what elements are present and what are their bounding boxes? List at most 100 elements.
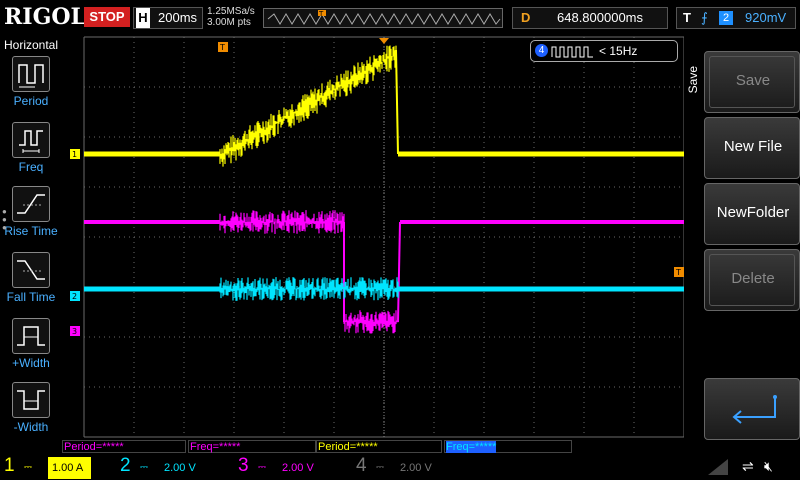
pulse-train-icon bbox=[551, 46, 593, 58]
trace-noise bbox=[219, 45, 397, 167]
run-stop-indicator[interactable]: STOP bbox=[84, 7, 130, 27]
measure-item-label: +Width bbox=[12, 356, 50, 370]
delay-display[interactable]: D 648.800000ms bbox=[512, 7, 668, 29]
save-menu-title: Save bbox=[686, 66, 700, 94]
channel-1-status[interactable]: 1 ⎓ 1.00 A bbox=[0, 455, 108, 479]
waveform-display[interactable]: 1 2 3 T T 4 < 15Hz bbox=[62, 36, 685, 438]
measurement-result[interactable]: Period=***** bbox=[316, 440, 442, 453]
positive-width-icon bbox=[12, 318, 50, 354]
timebase-label: H bbox=[136, 8, 150, 28]
ch3-edge bbox=[397, 221, 401, 323]
measure-item-label: Period bbox=[13, 94, 49, 108]
trigger-time-marker-label: T bbox=[219, 43, 225, 52]
delete-button[interactable]: Delete bbox=[704, 249, 800, 311]
channel-number: 4 bbox=[356, 455, 367, 476]
counter-value: < 15Hz bbox=[599, 44, 638, 58]
rise-time-icon bbox=[12, 186, 50, 222]
measurement-result[interactable]: Freq=***** bbox=[444, 440, 572, 453]
ch2-marker-label: 2 bbox=[72, 292, 77, 301]
new-file-button-label: New File bbox=[723, 138, 783, 155]
period-icon bbox=[12, 56, 50, 92]
enter-button[interactable] bbox=[704, 378, 800, 440]
new-folder-button-label: NewFolder bbox=[716, 204, 790, 221]
ch3-marker-label: 3 bbox=[72, 327, 77, 336]
channel-3-status[interactable]: 3 ⎓ 2.00 V bbox=[234, 455, 346, 479]
timebase-value: 200ms bbox=[158, 10, 198, 25]
save-menu: Save Save New File NewFolder Delete bbox=[686, 36, 800, 440]
measure-item-label: -Width bbox=[13, 420, 49, 434]
status-bar: RIGOL STOP H 200ms 1.25MSa/s 3.00M pts T… bbox=[0, 0, 800, 36]
measurement-text: Period=***** bbox=[64, 441, 124, 453]
save-button-label: Save bbox=[735, 72, 771, 89]
menu-page-indicator: ● ● ● bbox=[2, 207, 7, 232]
measurement-results: Period=***** Freq=***** Period=***** Fre… bbox=[62, 440, 682, 454]
measure-item-label: Fall Time bbox=[6, 290, 56, 304]
usb-icon: ⇌ bbox=[742, 458, 754, 474]
speaker-muted-icon[interactable]: 🔇︎ bbox=[764, 458, 773, 475]
coupling-icon: ⎓ bbox=[376, 462, 384, 473]
memory-overview-strip[interactable]: T bbox=[263, 8, 503, 28]
channel-scale: 2.00 V bbox=[400, 462, 432, 474]
measurement-text: Freq=***** bbox=[190, 441, 241, 453]
coupling-icon: ⎓ bbox=[258, 462, 266, 473]
delete-button-label: Delete bbox=[731, 270, 775, 287]
coupling-icon: ⎓ bbox=[140, 462, 148, 473]
new-file-button[interactable]: New File bbox=[704, 117, 800, 179]
waveform-canvas: 1 2 3 T T bbox=[70, 36, 685, 438]
memory-overview-waveform: T bbox=[267, 10, 501, 25]
measure-item-negative-width[interactable]: -Width bbox=[0, 382, 62, 444]
coupling-icon: ⎓ bbox=[24, 462, 32, 473]
channel-scale: 1.00 A bbox=[48, 457, 92, 479]
channel-2-status[interactable]: 2 ⎓ 2.00 V bbox=[116, 455, 228, 479]
acquisition-info: 1.25MSa/s 3.00M pts bbox=[207, 6, 255, 28]
enter-return-icon bbox=[732, 395, 777, 424]
measure-item-freq[interactable]: Freq bbox=[0, 122, 62, 184]
measure-item-label: Rise Time bbox=[4, 224, 58, 238]
trace-noise bbox=[343, 310, 399, 334]
memory-depth: 3.00M pts bbox=[207, 17, 251, 28]
menu-arrow-icon bbox=[706, 457, 730, 477]
ch1-edge bbox=[395, 49, 399, 155]
measurement-text: Freq=***** bbox=[446, 441, 497, 453]
timebase-display[interactable]: H 200ms bbox=[133, 7, 203, 29]
channel-4-status[interactable]: 4 ⎓ 2.00 V bbox=[352, 455, 464, 479]
measure-menu: Horizontal Period Freq Rise Time ● ● ● Fal… bbox=[0, 36, 62, 440]
memory-trigger-marker-label: T bbox=[318, 10, 324, 18]
measurement-result[interactable]: Freq=***** bbox=[188, 440, 316, 453]
counter-channel-badge: 4 bbox=[535, 44, 548, 57]
measure-item-positive-width[interactable]: +Width bbox=[0, 318, 62, 380]
channel-bar: 1 ⎓ 1.00 A 2 ⎓ 2.00 V 3 ⎓ 2.00 V 4 ⎓ 2.0… bbox=[0, 455, 800, 480]
trigger-level-marker-label: T bbox=[675, 268, 681, 277]
trigger-display[interactable]: T ⨍ 2 920mV bbox=[676, 7, 796, 29]
measure-item-label: Freq bbox=[18, 160, 44, 174]
channel-scale: 2.00 V bbox=[282, 462, 314, 474]
trigger-label: T bbox=[683, 10, 691, 25]
measurement-text: Period=***** bbox=[318, 441, 378, 453]
fall-time-icon bbox=[12, 252, 50, 288]
save-button[interactable]: Save bbox=[704, 51, 800, 113]
channel-number: 2 bbox=[120, 455, 131, 476]
delay-label: D bbox=[521, 10, 531, 25]
negative-width-icon bbox=[12, 382, 50, 418]
channel-number: 1 bbox=[4, 455, 15, 476]
measure-item-fall-time[interactable]: Fall Time bbox=[0, 252, 62, 314]
sample-rate: 1.25MSa/s bbox=[207, 6, 255, 17]
trigger-source: 2 bbox=[719, 11, 733, 25]
measure-item-rise-time[interactable]: Rise Time bbox=[0, 186, 62, 248]
measurement-result[interactable]: Period=***** bbox=[62, 440, 186, 453]
measure-item-period[interactable]: Period bbox=[0, 56, 62, 118]
ch1-marker-label: 1 bbox=[72, 150, 77, 159]
frequency-counter[interactable]: 4 < 15Hz bbox=[530, 40, 678, 62]
channel-scale: 2.00 V bbox=[164, 462, 196, 474]
graticule bbox=[83, 36, 685, 438]
measure-menu-title: Horizontal bbox=[3, 38, 59, 52]
new-folder-button[interactable]: NewFolder bbox=[704, 183, 800, 245]
freq-icon bbox=[12, 122, 50, 158]
trace-noise bbox=[219, 277, 399, 301]
channel-number: 3 bbox=[238, 455, 249, 476]
brand-logo: RIGOL bbox=[4, 4, 86, 30]
rising-edge-icon: ⨍ bbox=[701, 10, 708, 25]
delay-value: 648.800000ms bbox=[557, 10, 644, 25]
trigger-level: 920mV bbox=[745, 10, 787, 25]
trigger-position-marker bbox=[379, 38, 389, 44]
